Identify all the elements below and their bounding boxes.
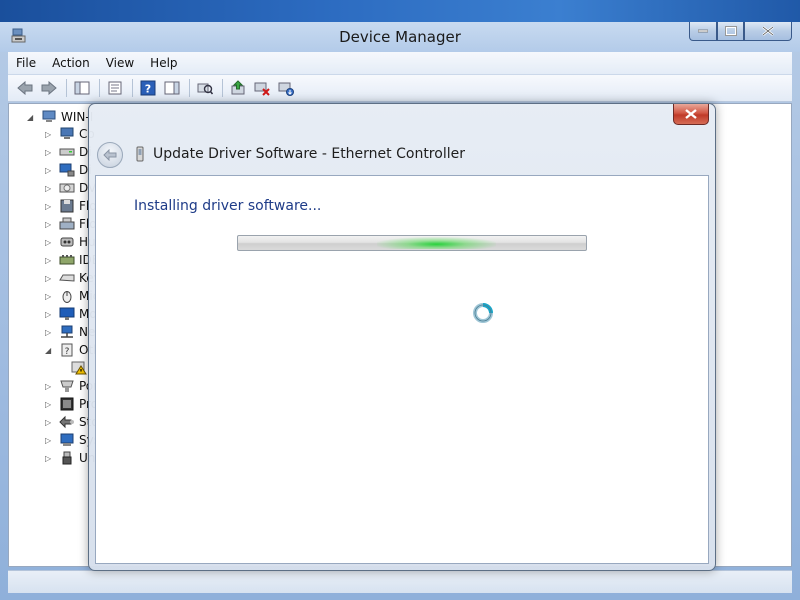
floppy-controller-icon bbox=[59, 217, 75, 230]
expand-arrow-icon[interactable]: ▷ bbox=[45, 220, 53, 229]
toolbar-separator bbox=[222, 79, 223, 97]
update-driver-icon bbox=[231, 80, 245, 95]
mouse-icon bbox=[62, 291, 72, 303]
toolbar-separator bbox=[99, 79, 100, 97]
toolbar-separator bbox=[66, 79, 67, 97]
ide-controller-icon bbox=[59, 255, 75, 265]
update-driver-dialog: Update Driver Software - Ethernet Contro… bbox=[88, 103, 716, 571]
progress-glow bbox=[377, 237, 496, 249]
window-title: Device Manager bbox=[339, 28, 461, 46]
disk-drive-icon bbox=[59, 148, 75, 156]
expand-arrow-icon[interactable]: ▷ bbox=[45, 382, 53, 391]
disable-device-button[interactable] bbox=[251, 77, 273, 99]
show-action-pane-button[interactable] bbox=[161, 77, 183, 99]
computer-icon bbox=[42, 110, 56, 122]
toolbar: ? bbox=[8, 75, 792, 102]
help-icon: ? bbox=[140, 80, 156, 96]
svg-text:?: ? bbox=[65, 347, 70, 357]
expand-arrow-icon[interactable]: ▷ bbox=[45, 454, 53, 463]
toolbar-separator bbox=[132, 79, 133, 97]
expand-arrow-icon[interactable]: ▷ bbox=[45, 292, 53, 301]
monitor-icon bbox=[59, 307, 75, 320]
expand-arrow-icon[interactable]: ▷ bbox=[45, 310, 53, 319]
expand-arrow-icon[interactable]: ▷ bbox=[45, 238, 53, 247]
status-bar bbox=[8, 570, 792, 593]
back-button[interactable] bbox=[14, 77, 36, 99]
minimize-button[interactable] bbox=[689, 22, 717, 41]
expand-arrow-icon[interactable]: ▷ bbox=[45, 328, 53, 337]
keyboard-icon bbox=[59, 274, 75, 282]
scan-hardware-button[interactable] bbox=[194, 77, 216, 99]
expand-arrow-icon[interactable]: ▷ bbox=[45, 184, 53, 193]
disable-device-icon bbox=[254, 82, 270, 96]
close-icon bbox=[762, 26, 774, 36]
display-adapter-icon bbox=[59, 163, 75, 177]
dialog-content: Installing driver software... bbox=[95, 175, 709, 564]
busy-spinner-icon bbox=[473, 303, 493, 323]
expand-arrow-icon[interactable]: ▷ bbox=[45, 130, 53, 139]
expand-arrow-icon[interactable]: ▷ bbox=[45, 202, 53, 211]
expand-arrow-icon[interactable]: ▷ bbox=[45, 166, 53, 175]
tree-root-item[interactable]: ◢ WIN-I bbox=[27, 110, 93, 124]
show-hide-console-tree-button[interactable] bbox=[71, 77, 93, 99]
hid-icon bbox=[60, 237, 74, 247]
expand-arrow-icon[interactable]: ▷ bbox=[45, 148, 53, 157]
expand-arrow-icon[interactable]: ▷ bbox=[45, 418, 53, 427]
expand-arrow-icon[interactable]: ▷ bbox=[45, 256, 53, 265]
collapse-arrow-icon[interactable]: ◢ bbox=[27, 113, 35, 122]
device-icon bbox=[136, 146, 144, 162]
desktop-background bbox=[0, 0, 800, 24]
menu-action[interactable]: Action bbox=[44, 56, 98, 70]
back-icon bbox=[17, 81, 33, 95]
system-devices-icon bbox=[60, 433, 74, 446]
scan-hardware-icon bbox=[197, 83, 213, 95]
toolbar-separator bbox=[189, 79, 190, 97]
dialog-title: Update Driver Software - Ethernet Contro… bbox=[153, 146, 465, 162]
installing-status-text: Installing driver software... bbox=[134, 198, 322, 214]
help-button[interactable]: ? bbox=[137, 77, 159, 99]
uninstall-device-button[interactable] bbox=[275, 77, 297, 99]
uninstall-device-icon bbox=[278, 82, 294, 96]
close-icon bbox=[685, 109, 697, 119]
dialog-back-button[interactable] bbox=[97, 142, 123, 168]
close-button[interactable] bbox=[744, 22, 792, 41]
menu-bar: File Action View Help bbox=[8, 52, 792, 75]
menu-file[interactable]: File bbox=[8, 56, 44, 70]
dialog-close-button[interactable] bbox=[673, 104, 709, 125]
expand-arrow-icon[interactable]: ▷ bbox=[45, 400, 53, 409]
other-devices-icon: ? bbox=[61, 343, 73, 357]
expand-arrow-icon[interactable]: ▷ bbox=[45, 436, 53, 445]
collapse-arrow-icon[interactable]: ◢ bbox=[45, 346, 53, 355]
show-action-pane-icon bbox=[164, 81, 180, 95]
tree-item[interactable]: ▷ Di bbox=[45, 144, 92, 160]
back-arrow-icon bbox=[103, 149, 117, 161]
maximize-button[interactable] bbox=[717, 22, 744, 41]
dvd-icon bbox=[59, 183, 75, 193]
tree-item[interactable]: ▷ Di bbox=[45, 162, 92, 178]
warning-device-icon bbox=[71, 361, 87, 375]
processor-icon bbox=[60, 397, 74, 411]
ports-icon bbox=[60, 380, 74, 392]
marquee-progress-bar bbox=[237, 235, 587, 251]
network-adapter-icon bbox=[61, 325, 73, 338]
menu-help[interactable]: Help bbox=[142, 56, 185, 70]
maximize-icon bbox=[724, 26, 737, 36]
storage-controller-icon bbox=[59, 415, 74, 429]
update-driver-button[interactable] bbox=[227, 77, 249, 99]
svg-text:?: ? bbox=[145, 83, 151, 96]
properties-button[interactable] bbox=[104, 77, 126, 99]
computer-icon bbox=[60, 127, 74, 139]
menu-view[interactable]: View bbox=[98, 56, 142, 70]
usb-controller-icon bbox=[62, 451, 72, 465]
forward-button[interactable] bbox=[38, 77, 60, 99]
properties-icon bbox=[108, 81, 122, 95]
title-bar: Device Manager bbox=[0, 22, 800, 52]
minimize-icon bbox=[698, 29, 708, 33]
floppy-disk-icon bbox=[60, 199, 74, 213]
expand-arrow-icon[interactable]: ▷ bbox=[45, 274, 53, 283]
forward-icon bbox=[41, 81, 57, 95]
show-hide-console-tree-icon bbox=[74, 81, 90, 95]
